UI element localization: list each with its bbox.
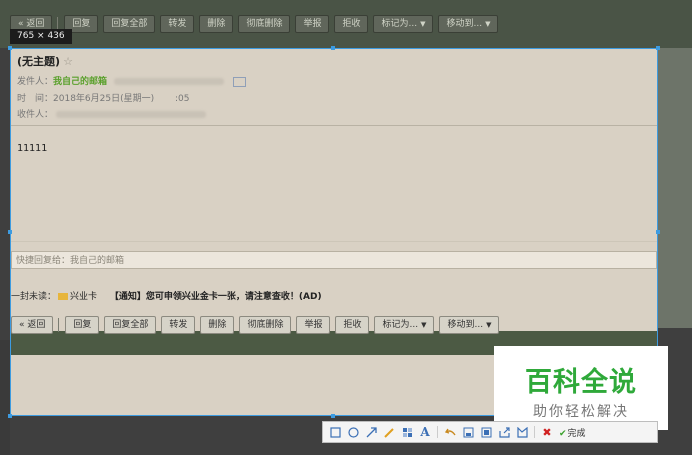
- redacted-recipient: [55, 111, 206, 118]
- screenshot-toolbar: A ✖ ✔完成: [322, 421, 658, 443]
- done-label: 完成: [567, 428, 586, 439]
- selection-size-label: 765 × 436: [10, 29, 72, 44]
- mail-subject: (无主题) ☆: [17, 53, 73, 69]
- mark-as-dropdown[interactable]: 标记为... ▼: [374, 316, 435, 334]
- resize-handle-s[interactable]: [331, 414, 335, 418]
- next-unread-subject[interactable]: 【通知】您可申领兴业金卡一张，请注意查收！(AD): [110, 292, 322, 302]
- move-to-label: 移动到...: [447, 320, 484, 330]
- move-to-label: 移动到...: [446, 19, 483, 29]
- reply-all-button[interactable]: 回复全部: [104, 316, 157, 334]
- resize-handle-sw[interactable]: [8, 414, 12, 418]
- cancel-icon[interactable]: ✖: [541, 426, 553, 439]
- text-icon[interactable]: A: [419, 425, 431, 439]
- reject-button[interactable]: 拒收: [334, 15, 369, 33]
- mark-as-label: 标记为...: [381, 19, 418, 29]
- delete-forever-button[interactable]: 彻底删除: [239, 316, 292, 334]
- mail-body: 11111: [17, 143, 48, 154]
- chevron-down-icon: ▼: [421, 321, 427, 329]
- to-label: 收件人：: [17, 110, 54, 120]
- ellipse-icon[interactable]: [347, 426, 359, 438]
- time-label: 时 间：: [17, 94, 54, 104]
- chevron-down-icon: ▼: [486, 321, 492, 329]
- watermark-title: 百科全说: [525, 367, 637, 398]
- chevron-down-icon: ▼: [420, 20, 426, 28]
- reply-all-button[interactable]: 回复全部: [103, 15, 156, 33]
- delete-forever-button[interactable]: 彻底删除: [238, 15, 291, 33]
- report-button[interactable]: 举报: [296, 316, 331, 334]
- toolbar-separator: [58, 318, 60, 332]
- time-row: 时 间：2018年6月25日(星期一) :05: [17, 91, 189, 104]
- resize-handle-w[interactable]: [8, 230, 12, 234]
- from-name[interactable]: 我自己的邮箱: [53, 77, 107, 87]
- dimmed-background-bottom: [0, 340, 10, 455]
- star-icon[interactable]: ☆: [63, 55, 73, 68]
- checkmark-icon: ✔: [559, 428, 567, 439]
- subject-text: (无主题): [17, 55, 61, 68]
- move-to-dropdown[interactable]: 移动到... ▼: [439, 316, 500, 334]
- divider: [11, 241, 657, 242]
- mark-as-dropdown[interactable]: 标记为... ▼: [373, 15, 434, 33]
- next-unread-label: 下一封未读：: [11, 292, 57, 302]
- rectangle-icon[interactable]: [329, 426, 341, 438]
- quick-reply-input[interactable]: 快捷回复给：我自己的邮箱: [11, 251, 657, 269]
- report-button[interactable]: 举报: [295, 15, 330, 33]
- watermark-logo: 百科全说 助你轻松解决: [494, 346, 668, 430]
- from-label: 发件人：: [17, 77, 54, 87]
- dimmed-background-right: [658, 48, 692, 328]
- back-button[interactable]: « 返回: [11, 316, 54, 334]
- send-icon[interactable]: [516, 426, 528, 438]
- from-row: 发件人：我自己的邮箱: [17, 74, 246, 87]
- delete-button[interactable]: 删除: [200, 316, 235, 334]
- reply-button[interactable]: 回复: [65, 316, 100, 334]
- mosaic-icon[interactable]: [401, 426, 413, 438]
- toolbar-separator: [437, 426, 438, 438]
- to-row: 收件人：: [17, 107, 206, 120]
- time-value: 2018年6月25日(星期一) :05: [53, 94, 190, 104]
- top-toolbar: « 返回 回复 回复全部 转发 删除 彻底删除 举报 拒收 标记为... ▼ 移动…: [10, 14, 503, 34]
- next-unread: 下一封未读： 兴业卡 【通知】您可申领兴业金卡一张，请注意查收！(AD): [11, 289, 322, 302]
- save-icon[interactable]: [462, 426, 474, 438]
- mail-header: (无主题) ☆ 发件人：我自己的邮箱 时 间：2018年6月25日(星期一) :0…: [11, 49, 657, 126]
- redacted-address: [113, 78, 224, 85]
- chevron-down-icon: ▼: [485, 20, 491, 28]
- bottom-toolbar: « 返回 回复 回复全部 转发 删除 彻底删除 举报 拒收 标记为... ▼ 移动…: [11, 315, 504, 335]
- next-unread-sender[interactable]: 兴业卡: [70, 292, 97, 302]
- contact-card-icon[interactable]: [232, 76, 246, 87]
- resize-handle-n[interactable]: [331, 46, 335, 50]
- toolbar-separator: [534, 426, 535, 438]
- pen-icon[interactable]: [383, 426, 395, 438]
- delete-button[interactable]: 删除: [199, 15, 234, 33]
- forward-button[interactable]: 转发: [160, 15, 195, 33]
- resize-handle-ne[interactable]: [656, 46, 660, 50]
- arrow-icon[interactable]: [365, 426, 377, 438]
- watermark-subtitle: 助你轻松解决: [533, 404, 629, 420]
- resize-handle-e[interactable]: [656, 230, 660, 234]
- pin-icon[interactable]: [480, 426, 492, 438]
- envelope-icon: [58, 293, 69, 300]
- undo-icon[interactable]: [444, 426, 456, 438]
- mark-as-label: 标记为...: [382, 320, 419, 330]
- done-button[interactable]: ✔完成: [559, 426, 586, 439]
- reject-button[interactable]: 拒收: [335, 316, 370, 334]
- move-to-dropdown[interactable]: 移动到... ▼: [438, 15, 499, 33]
- resize-handle-nw[interactable]: [8, 46, 12, 50]
- forward-button[interactable]: 转发: [161, 316, 196, 334]
- share-icon[interactable]: [498, 426, 510, 438]
